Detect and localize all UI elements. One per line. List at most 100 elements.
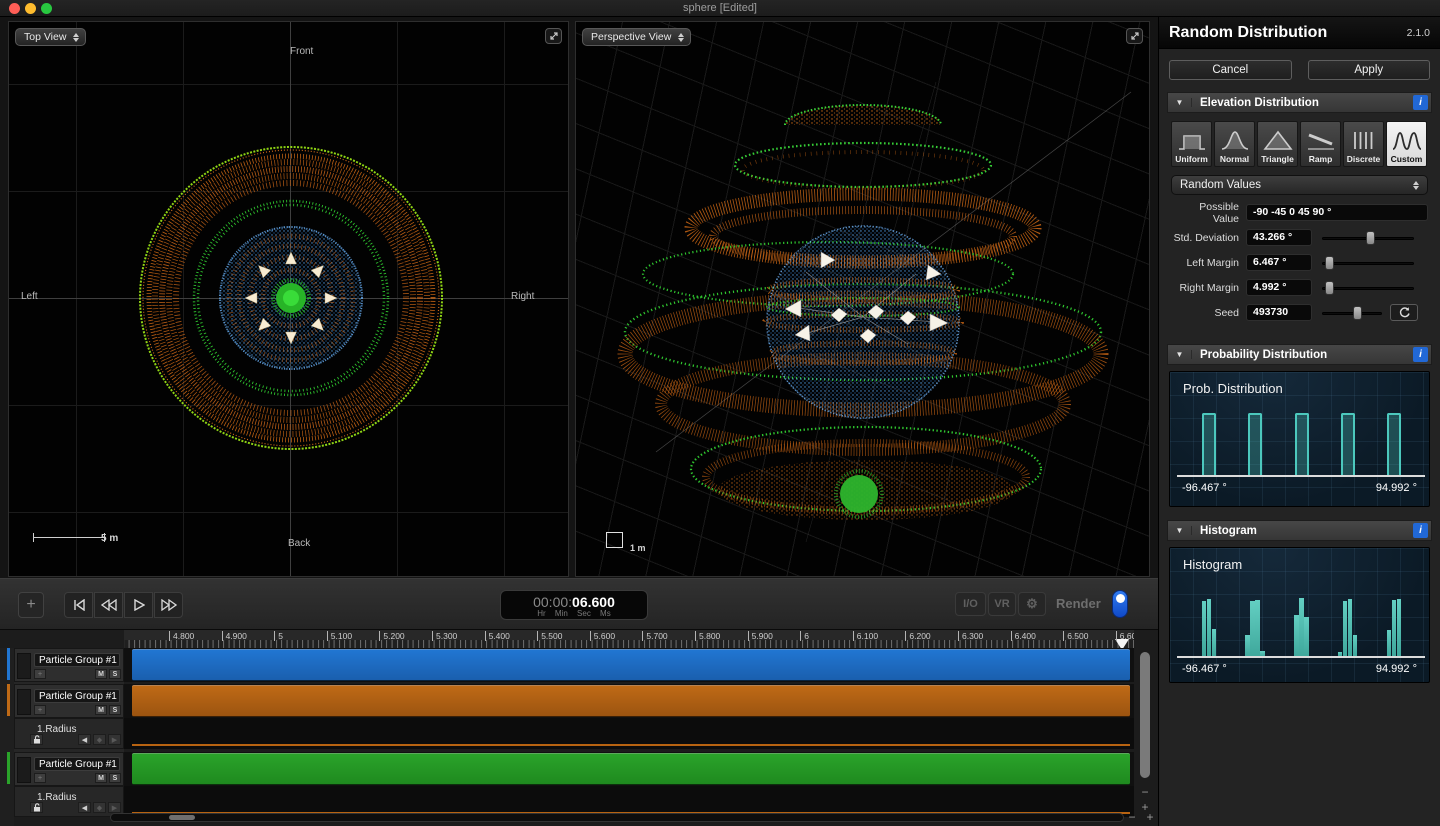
viewport-top-view[interactable]: Top View Front Left Right Back 5 m [8,21,569,577]
rewind-button[interactable] [94,592,123,618]
slider-thumb[interactable] [1325,255,1335,270]
play-button[interactable] [124,592,153,618]
param-buttons: ◀ ◆ ▶ [30,802,121,813]
track-lane[interactable] [124,684,1134,718]
info-icon[interactable]: i [1413,95,1428,110]
view-selector-perspective-label: Perspective View [591,31,672,43]
add-button[interactable]: + [18,592,44,618]
slider-thumb[interactable] [1325,280,1335,295]
add-keyframe-button[interactable]: ◆ [93,734,106,745]
lock-button[interactable] [30,802,43,813]
track-collapse-box[interactable] [17,757,31,783]
timecode-display[interactable]: 00:00:06.600 Hr Min Sec Ms [500,590,648,620]
lock-button[interactable] [30,734,43,745]
section-header-probability[interactable]: ▼ Probability Distribution i [1167,344,1432,365]
field-slider[interactable] [1322,280,1414,295]
track-add-button[interactable]: + [34,705,46,715]
track-collapse-box[interactable] [17,653,31,679]
field-value-input[interactable]: -90 -45 0 45 90 ° [1246,204,1428,221]
solo-button[interactable]: S [109,669,121,679]
mute-button[interactable]: M [95,669,107,679]
track-lane[interactable] [124,648,1134,682]
field-row-std-deviation: Std. Deviation 43.266 ° [1171,229,1428,246]
cancel-button[interactable]: Cancel [1169,60,1292,80]
track-add-button[interactable]: + [34,773,46,783]
apply-button[interactable]: Apply [1307,60,1430,80]
param-lane[interactable] [124,718,1134,749]
skip-to-start-button[interactable] [64,592,93,618]
field-slider[interactable] [1322,255,1414,270]
field-slider[interactable] [1322,305,1382,320]
view-selector-perspective[interactable]: Perspective View [582,28,692,46]
track-name-field[interactable]: Particle Group #1 copy [34,689,120,703]
dist-type-triangle[interactable]: Triangle [1257,121,1298,167]
prob-pulse [1294,413,1309,475]
field-slider[interactable] [1322,230,1414,245]
viewport-perspective[interactable]: Perspective View 1 m [575,21,1150,577]
prev-keyframe-button[interactable]: ◀ [78,802,91,813]
next-keyframe-button[interactable]: ▶ [108,734,121,745]
mute-button[interactable]: M [95,705,107,715]
track-lane[interactable] [124,752,1134,786]
mute-button[interactable]: M [95,773,107,783]
track-header-group: Particle Group #1 + M S [14,648,124,682]
disclosure-triangle-icon[interactable]: ▼ [1168,98,1192,107]
next-keyframe-button[interactable]: ▶ [108,802,121,813]
track-clip[interactable] [132,649,1130,681]
track-clip[interactable] [132,753,1130,785]
section-header-histogram[interactable]: ▼ Histogram i [1167,520,1432,541]
dist-type-normal[interactable]: Normal [1214,121,1255,167]
render-toggle[interactable] [1112,590,1128,618]
horizontal-zoom-in-button[interactable]: + [1142,810,1158,824]
solo-button[interactable]: S [109,773,121,783]
solo-button[interactable]: S [109,705,121,715]
track-add-button[interactable]: + [34,669,46,679]
io-button[interactable]: I/O [955,592,986,616]
field-value-input[interactable]: 6.467 ° [1246,254,1312,271]
add-keyframe-button[interactable]: ◆ [93,802,106,813]
section-header-elevation[interactable]: ▼ Elevation Distribution i [1167,92,1432,113]
disclosure-triangle-icon[interactable]: ▼ [1168,526,1192,535]
settings-button[interactable]: ⚙ [1018,592,1046,616]
view-selector-top[interactable]: Top View [15,28,87,46]
field-value-input[interactable]: 43.266 ° [1246,229,1312,246]
fast-forward-button[interactable] [154,592,183,618]
vr-button[interactable]: VR [988,592,1016,616]
probability-distribution-chart: Prob. Distribution -96.467 ° 94.992 ° [1169,371,1430,507]
disclosure-triangle-icon[interactable]: ▼ [1168,350,1192,359]
info-icon[interactable]: i [1413,347,1428,362]
field-value-input[interactable]: 493730 [1246,304,1312,321]
track-clip[interactable] [132,685,1130,717]
dist-type-uniform[interactable]: Uniform [1171,121,1212,167]
seed-refresh-button[interactable] [1390,304,1418,321]
timeline-ruler[interactable]: 4.800 4.900 5 5.100 5.200 5.300 5.400 5.500 5.60… [124,630,1134,650]
dist-type-discrete[interactable]: Discrete [1343,121,1384,167]
hist-bar [1201,600,1207,656]
slider-thumb[interactable] [1365,230,1375,245]
ruler-label: 4.900 [221,631,247,641]
track-collapse-box[interactable] [17,689,31,715]
field-value-input[interactable]: 4.992 ° [1246,279,1312,296]
window-title: sphere [Edited] [683,2,757,14]
expand-viewport-button[interactable] [545,28,562,44]
track-name-field[interactable]: Particle Group #1 copy [34,757,120,771]
dist-type-custom[interactable]: Custom [1386,121,1427,167]
ruler-label: 5 [274,631,283,641]
horizontal-zoom-out-button[interactable]: − [1124,810,1140,824]
render-label: Render [1056,596,1101,611]
slider-track [1322,261,1414,265]
timeline-vertical-scrollbar[interactable] [1140,652,1150,778]
random-values-dropdown[interactable]: Random Values [1171,175,1428,195]
ruler-label: 5.300 [432,631,457,641]
timeline-horizontal-scrollbar[interactable] [110,813,1124,822]
dist-type-ramp[interactable]: Ramp [1300,121,1341,167]
expand-viewport-button[interactable] [1126,28,1143,44]
prev-keyframe-button[interactable]: ◀ [78,734,91,745]
refresh-icon [1399,307,1410,318]
horizontal-scrollbar-thumb[interactable] [169,815,195,820]
track-buttons: + M S [34,705,121,715]
info-icon[interactable]: i [1413,523,1428,538]
slider-thumb[interactable] [1352,305,1362,320]
vertical-zoom-out-button[interactable]: − [1136,785,1154,799]
track-name-field[interactable]: Particle Group #1 [34,653,120,667]
